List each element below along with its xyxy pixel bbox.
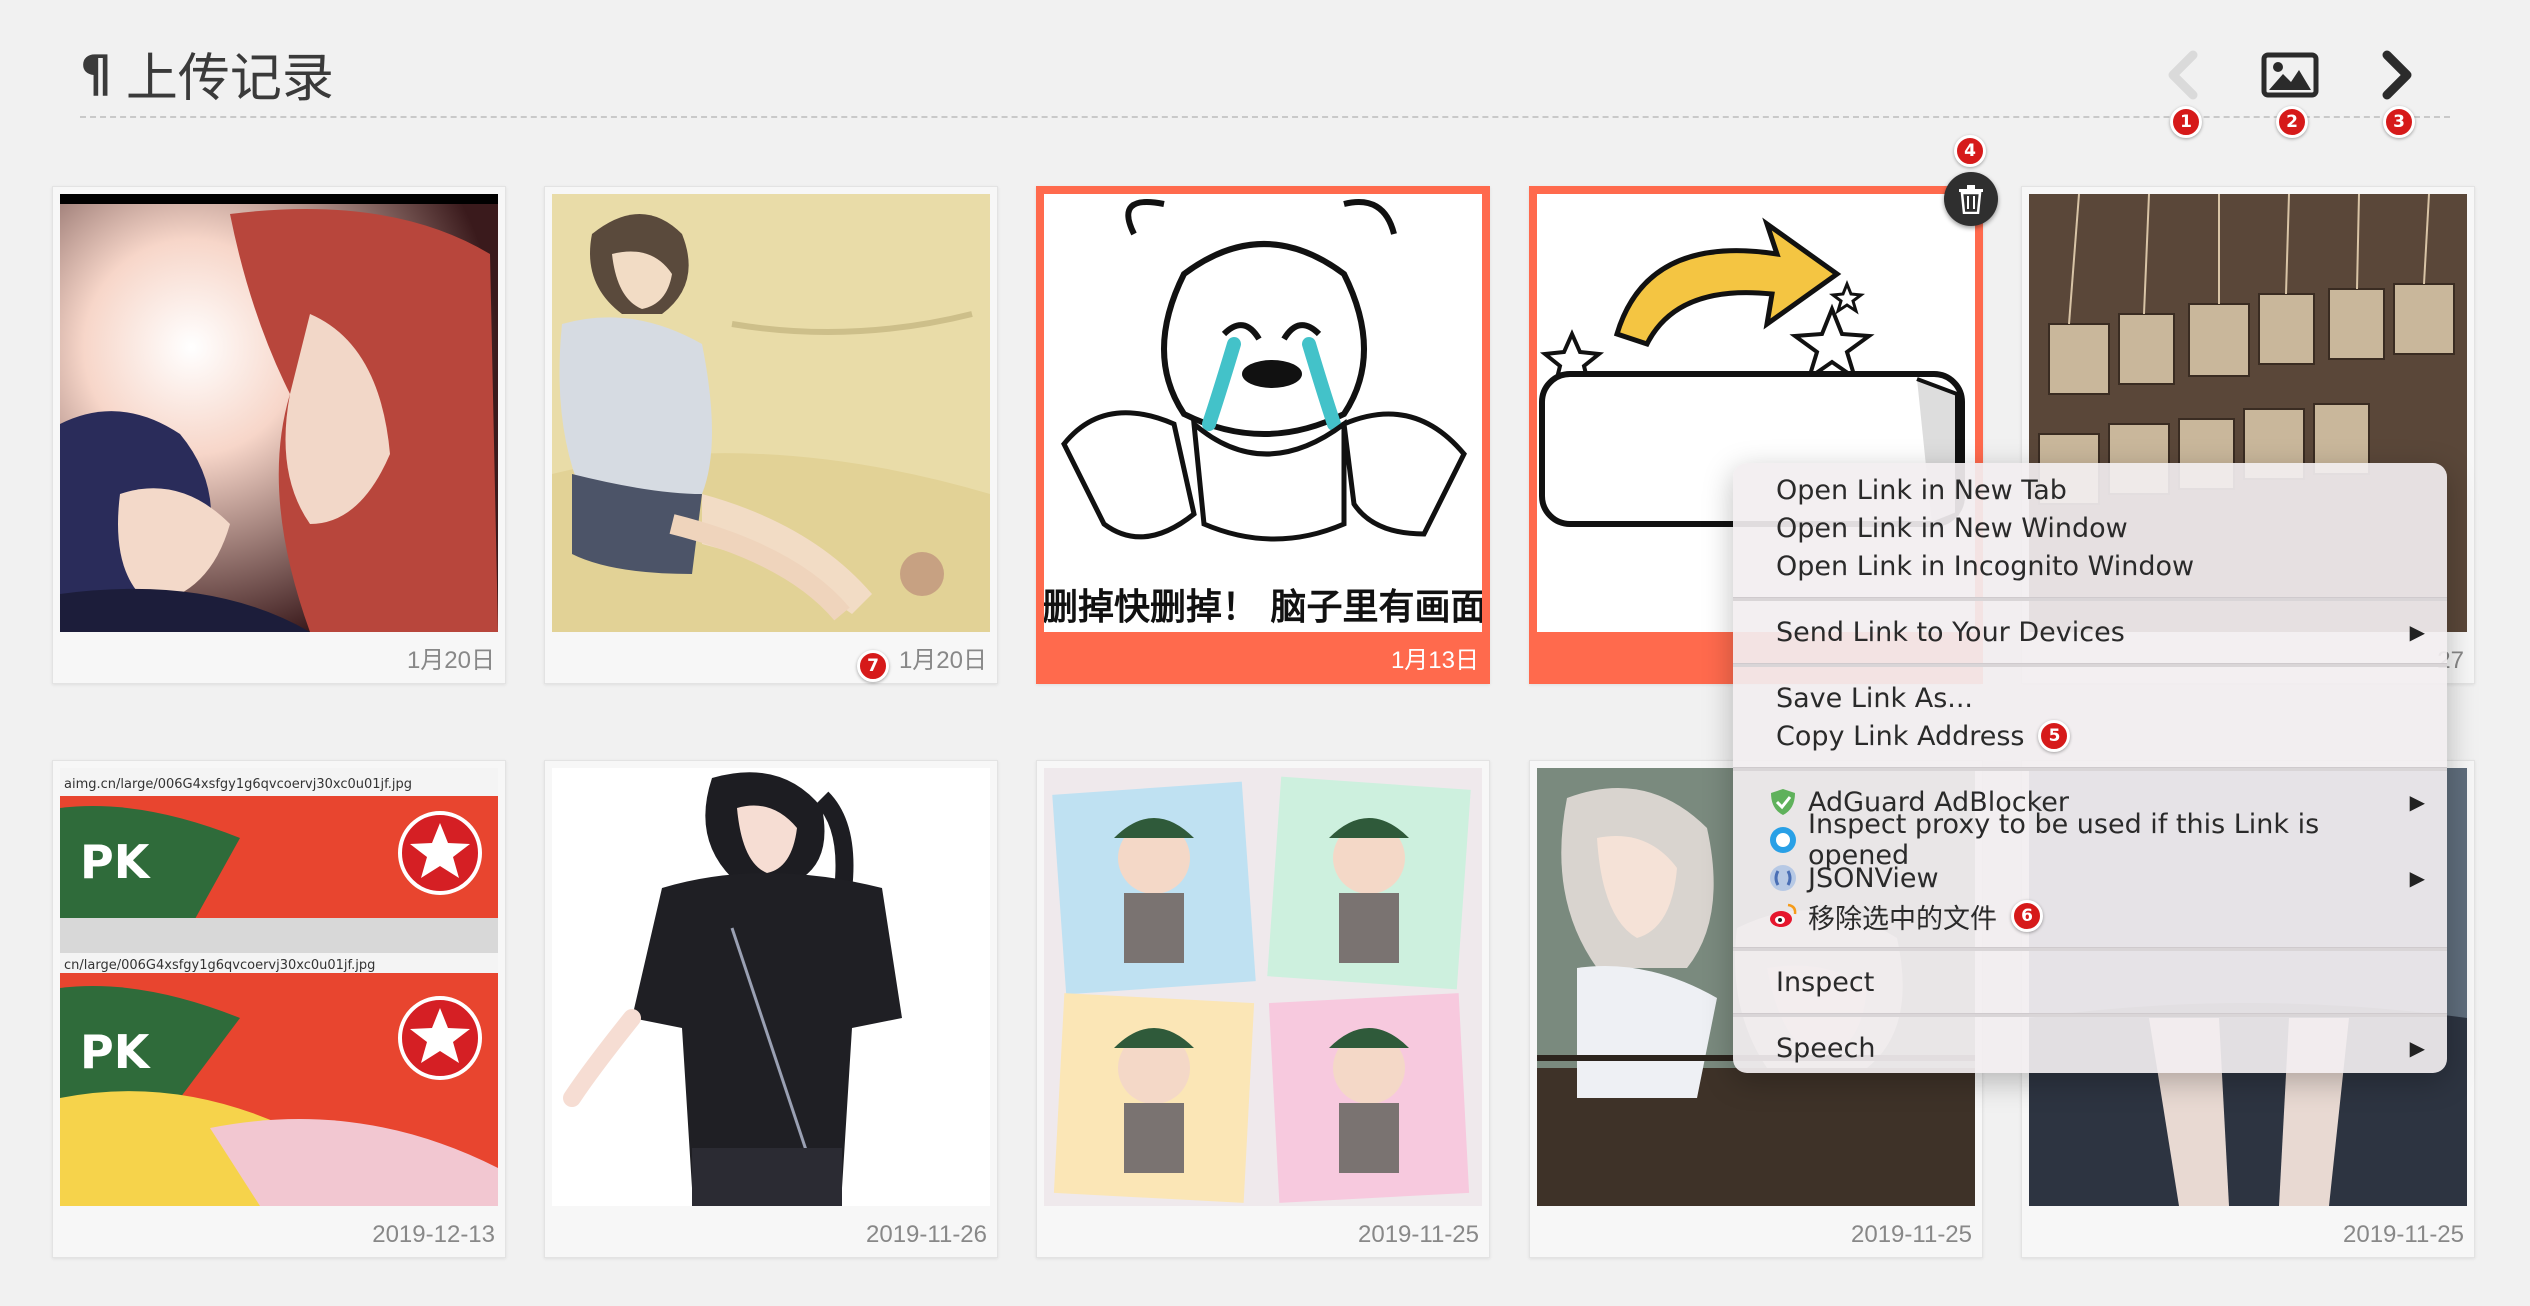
menu-item-label: Open Link in New Tab bbox=[1776, 474, 2067, 506]
annotation-badge: 7 bbox=[857, 650, 889, 682]
menu-separator bbox=[1733, 767, 2447, 771]
menu-item-send-to-devices[interactable]: Send Link to Your Devices ▶ bbox=[1733, 613, 2447, 651]
next-page-button[interactable] bbox=[2362, 40, 2432, 110]
upload-date: 1月13日 bbox=[1390, 647, 1479, 674]
upload-date: 1月20日 bbox=[898, 647, 987, 674]
thumbnail-image: aimg.cn/large/006G4xsfgy1g6qvcoervj30xc0… bbox=[60, 768, 498, 1206]
menu-item-label: Save Link As... bbox=[1776, 682, 1974, 714]
annotation-badge: 3 bbox=[2383, 106, 2415, 138]
page-title-text: 上传记录 bbox=[125, 49, 334, 109]
image-card[interactable]: aimg.cn/large/006G4xsfgy1g6qvcoervj30xc0… bbox=[52, 760, 506, 1258]
screenshot-url-top: aimg.cn/large/006G4xsfgy1g6qvcoervj30xc0… bbox=[64, 777, 412, 792]
annotation-badge: 2 bbox=[2276, 106, 2308, 138]
menu-item-inspect-proxy[interactable]: Inspect proxy to be used if this Link is… bbox=[1733, 809, 2447, 871]
menu-separator bbox=[1733, 947, 2447, 951]
page-title: ¶ 上传记录 bbox=[80, 36, 334, 111]
upload-date: 2019-11-25 bbox=[2343, 1221, 2464, 1248]
menu-item-speech[interactable]: Speech ▶ bbox=[1733, 1029, 2447, 1067]
image-card[interactable]: 1月20日 bbox=[52, 186, 506, 684]
image-card[interactable]: 1月20日 bbox=[544, 186, 998, 684]
prev-page-button[interactable] bbox=[2148, 40, 2218, 110]
menu-item-label: 移除选中的文件 bbox=[1808, 903, 1997, 935]
menu-item-copy-link-address[interactable]: Copy Link Address 5 bbox=[1733, 717, 2447, 755]
menu-item-label: Open Link in Incognito Window bbox=[1776, 550, 2195, 582]
menu-separator bbox=[1733, 597, 2447, 601]
submenu-arrow-icon: ▶ bbox=[2409, 866, 2425, 890]
thumbnail-image bbox=[60, 194, 498, 632]
menu-item-label: Speech bbox=[1776, 1032, 1876, 1064]
image-view-button[interactable] bbox=[2255, 40, 2325, 110]
menu-separator bbox=[1733, 663, 2447, 667]
thumbnail-image bbox=[1044, 768, 1482, 1206]
menu-item-label: Inspect bbox=[1776, 966, 1875, 998]
thumbnail-image bbox=[552, 194, 990, 632]
jsonview-icon bbox=[1768, 863, 1798, 893]
thumbnail-image: 删掉快删掉！ 脑子里有画面 bbox=[1044, 194, 1482, 632]
delete-button[interactable] bbox=[1944, 172, 1998, 226]
trash-icon bbox=[1959, 185, 1983, 214]
menu-item-label: JSONView bbox=[1808, 862, 1939, 894]
menu-item-label: Send Link to Your Devices bbox=[1776, 616, 2125, 648]
upload-date: 1月20日 bbox=[406, 647, 495, 674]
menu-item-remove-selected[interactable]: 移除选中的文件 6 bbox=[1733, 897, 2447, 935]
context-menu: Open Link in New Tab Open Link in New Wi… bbox=[1733, 463, 2447, 1073]
submenu-arrow-icon: ▶ bbox=[2409, 620, 2425, 644]
image-card-selected[interactable]: 删掉快删掉！ 脑子里有画面 1月13日 bbox=[1036, 186, 1490, 684]
pilcrow-icon: ¶ bbox=[80, 44, 112, 103]
image-icon bbox=[2261, 52, 2319, 98]
menu-separator bbox=[1733, 1013, 2447, 1017]
submenu-arrow-icon: ▶ bbox=[2409, 1036, 2425, 1060]
image-card[interactable]: 2019-11-25 bbox=[1036, 760, 1490, 1258]
menu-item-open-incognito[interactable]: Open Link in Incognito Window bbox=[1733, 547, 2447, 585]
annotation-badge: 1 bbox=[2170, 106, 2202, 138]
upload-date: 2019-11-26 bbox=[866, 1221, 987, 1248]
menu-item-open-new-window[interactable]: Open Link in New Window bbox=[1733, 509, 2447, 547]
menu-item-label: Copy Link Address bbox=[1776, 720, 2025, 752]
annotation-badge: 4 bbox=[1954, 135, 1986, 167]
upload-date: 2019-12-13 bbox=[372, 1221, 495, 1248]
upload-date: 2019-11-25 bbox=[1851, 1221, 1972, 1248]
chevron-right-icon bbox=[2382, 50, 2412, 100]
upload-date: 2019-11-25 bbox=[1358, 1221, 1479, 1248]
adguard-shield-icon bbox=[1768, 787, 1798, 817]
svg-text:PK: PK bbox=[80, 835, 152, 889]
thumbnail-image bbox=[552, 768, 990, 1206]
page-header: ¶ 上传记录 bbox=[80, 30, 2450, 118]
meme-caption: 删掉快删掉！ 脑子里有画面 bbox=[1044, 587, 1482, 628]
svg-text:PK: PK bbox=[80, 1025, 152, 1079]
menu-item-save-link-as[interactable]: Save Link As... bbox=[1733, 679, 2447, 717]
screenshot-url-bottom: cn/large/006G4xsfgy1g6qvcoervj30xc0u01jf… bbox=[64, 958, 375, 973]
proxy-inspector-icon bbox=[1768, 825, 1798, 855]
chevron-left-icon bbox=[2168, 50, 2198, 100]
menu-item-inspect[interactable]: Inspect bbox=[1733, 963, 2447, 1001]
weibo-icon bbox=[1768, 901, 1798, 931]
menu-item-jsonview[interactable]: JSONView ▶ bbox=[1733, 859, 2447, 897]
image-card[interactable]: 2019-11-26 bbox=[544, 760, 998, 1258]
menu-item-open-new-tab[interactable]: Open Link in New Tab bbox=[1733, 471, 2447, 509]
menu-item-label: Open Link in New Window bbox=[1776, 512, 2128, 544]
annotation-badge: 6 bbox=[2011, 900, 2043, 932]
annotation-badge: 5 bbox=[2038, 720, 2071, 752]
